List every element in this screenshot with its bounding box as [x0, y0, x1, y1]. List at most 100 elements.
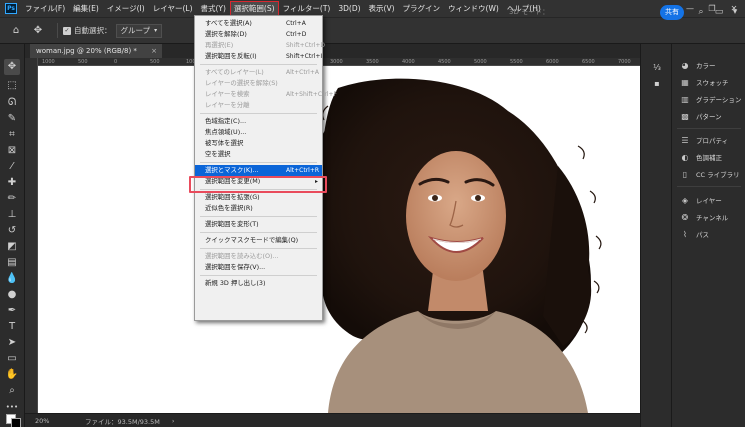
- select-menu-item[interactable]: クイックマスクモードで編集(Q): [195, 235, 322, 246]
- menu-plugins[interactable]: プラグイン: [399, 1, 445, 16]
- panel-paths[interactable]: ⌇ パス: [679, 226, 709, 242]
- panel-swatches[interactable]: ▦ スウォッチ: [679, 74, 729, 90]
- vertical-ruler: [25, 58, 38, 413]
- zoom-level[interactable]: 20%: [25, 417, 55, 425]
- paths-icon: ⌇: [683, 229, 687, 239]
- auto-select-checkbox[interactable]: ✓: [63, 26, 71, 35]
- menu-type[interactable]: 書式(Y): [197, 1, 230, 16]
- select-menu-item[interactable]: 選択範囲を変形(T): [195, 219, 322, 230]
- frame-tool-icon[interactable]: ⊠: [4, 143, 20, 159]
- lasso-tool-icon[interactable]: ᘏ: [4, 95, 20, 111]
- panel-gradients[interactable]: ▥ グラデーション: [679, 91, 741, 107]
- move-tool-icon[interactable]: ✥: [4, 59, 20, 75]
- gradient-tool-icon[interactable]: ▤: [4, 255, 20, 271]
- history-brush-tool-icon[interactable]: ↺: [4, 223, 20, 239]
- chevron-down-icon[interactable]: ▾: [728, 5, 742, 20]
- select-menu-item[interactable]: 近似色を選択(R): [195, 203, 322, 214]
- pen-tool-icon[interactable]: ✒: [4, 303, 20, 319]
- panel-color[interactable]: ◕ カラー: [679, 57, 716, 73]
- panel-label: CC ライブラリ: [696, 171, 740, 179]
- file-info: ファイル：93.5M/93.5M: [85, 417, 160, 426]
- swatches-icon: ▦: [681, 77, 689, 87]
- eraser-tool-icon[interactable]: ◩: [4, 239, 20, 255]
- select-menu-item[interactable]: 選択範囲を保存(V)...: [195, 262, 322, 273]
- eyedropper-tool-icon[interactable]: ⁄: [4, 159, 20, 175]
- menu-item-shortcut: Alt+Ctrl+A: [286, 69, 319, 76]
- select-menu-item[interactable]: 選択を解除(D) Ctrl+D: [195, 29, 322, 40]
- panel-label: 色調補正: [696, 154, 722, 162]
- ruler-tick-label: 3000: [330, 59, 343, 65]
- share-button[interactable]: 共有: [660, 5, 684, 20]
- hand-tool-icon[interactable]: ✋: [4, 367, 20, 383]
- panel-channels[interactable]: ❂ チャンネル: [679, 209, 729, 225]
- select-and-mask-callout: [189, 176, 327, 193]
- document-canvas[interactable]: [38, 66, 640, 413]
- menu-item-label: 色域指定(C)...: [205, 117, 247, 125]
- menu-item-label: 選択を解除(D): [205, 30, 247, 38]
- select-menu-item[interactable]: 選択とマスク(K)... Alt+Ctrl+R: [195, 165, 322, 176]
- panel-patterns[interactable]: ▩ パターン: [679, 108, 722, 124]
- menu-item-label: すべてを選択(A): [205, 19, 252, 27]
- close-tab-icon[interactable]: ×: [151, 44, 157, 58]
- dodge-tool-icon[interactable]: ●: [4, 287, 20, 303]
- status-arrow-icon[interactable]: ›: [160, 417, 175, 425]
- select-menu-item[interactable]: 選択範囲を拡張(G): [195, 192, 322, 203]
- home-icon[interactable]: ⌂: [8, 23, 24, 39]
- menu-select[interactable]: 選択範囲(S): [229, 1, 279, 16]
- select-menu-item[interactable]: 被写体を選択: [195, 138, 322, 149]
- workspace-icon[interactable]: ▭: [712, 5, 726, 20]
- marquee-tool-icon[interactable]: ⬚: [4, 78, 20, 94]
- path-selection-tool-icon[interactable]: ➤: [4, 335, 20, 351]
- menu-3d[interactable]: 3D(D): [334, 1, 364, 16]
- menu-layer[interactable]: レイヤー(L): [149, 1, 197, 16]
- healing-brush-tool-icon[interactable]: ✚: [4, 175, 20, 191]
- woman-photo: [299, 78, 602, 413]
- select-menu-item[interactable]: 新規 3D 押し出し(3): [195, 278, 322, 289]
- more-tools-icon[interactable]: •••: [4, 399, 20, 415]
- clone-stamp-tool-icon[interactable]: ⊥: [4, 207, 20, 223]
- panel-layers[interactable]: ◈ レイヤー: [679, 192, 722, 208]
- menu-view[interactable]: 表示(V): [365, 1, 399, 16]
- quick-select-tool-icon[interactable]: ✎: [4, 111, 20, 127]
- menu-item-label: 選択範囲を保存(V)...: [205, 263, 266, 271]
- background-color-swatch[interactable]: [11, 418, 21, 427]
- crop-tool-icon[interactable]: ⌗: [4, 127, 20, 143]
- ruler-tick-label: 6000: [546, 59, 559, 65]
- auto-select-dropdown[interactable]: グループ ▾: [115, 23, 163, 38]
- document-tab[interactable]: woman.jpg @ 20% (RGB/8) * ×: [30, 44, 162, 58]
- select-menu-item[interactable]: 空を選択: [195, 149, 322, 160]
- search-icon[interactable]: ⌕: [694, 5, 708, 20]
- menu-window[interactable]: ウィンドウ(W): [444, 1, 503, 16]
- chevron-down-icon: ▾: [154, 26, 158, 34]
- menu-filter[interactable]: フィルター(T): [279, 1, 335, 16]
- select-menu-item[interactable]: 色域指定(C)...: [195, 116, 322, 127]
- menu-item-label: 選択範囲を拡張(G): [205, 193, 260, 201]
- comments-panel-icon[interactable]: ▪: [649, 76, 665, 92]
- select-menu-item: すべてのレイヤー(L) Alt+Ctrl+A: [195, 67, 322, 78]
- collapsed-panel-strip: ⅓ ▪: [640, 44, 671, 427]
- type-tool-icon[interactable]: T: [4, 319, 20, 335]
- blur-tool-icon[interactable]: 💧: [4, 271, 20, 287]
- zoom-tool-icon[interactable]: ⌕: [4, 383, 20, 399]
- select-menu-item[interactable]: すべてを選択(A) Ctrl+A: [195, 18, 322, 29]
- layers-icon: ◈: [681, 195, 689, 205]
- menu-item-label: すべてのレイヤー(L): [205, 68, 264, 76]
- ruler-tick-label: 4000: [402, 59, 415, 65]
- menu-file[interactable]: ファイル(F): [21, 1, 69, 16]
- horizontal-ruler: 1000500050010001500200025003000350040004…: [38, 58, 640, 66]
- menu-item-label: 近似色を選択(R): [205, 204, 253, 212]
- brush-tool-icon[interactable]: ✏: [4, 191, 20, 207]
- menu-edit[interactable]: 編集(E): [69, 1, 103, 16]
- panel-libraries[interactable]: ▯ CC ライブラリ: [679, 166, 740, 182]
- panel-adjustments[interactable]: ◐ 色調補正: [679, 149, 723, 165]
- menu-separator: [200, 162, 317, 163]
- menu-image[interactable]: イメージ(I): [103, 1, 149, 16]
- move-tool-preset-icon[interactable]: ✥: [30, 23, 46, 39]
- panel-properties[interactable]: ☰ プロパティ: [679, 132, 728, 148]
- panel-label: スウォッチ: [696, 79, 729, 87]
- panel-label: パターン: [696, 113, 722, 121]
- select-menu-item[interactable]: 焦点領域(U)...: [195, 127, 322, 138]
- rectangle-tool-icon[interactable]: ▭: [4, 351, 20, 367]
- history-panel-icon[interactable]: ⅓: [649, 60, 665, 76]
- select-menu-item[interactable]: 選択範囲を反転(I) Shift+Ctrl+I: [195, 51, 322, 62]
